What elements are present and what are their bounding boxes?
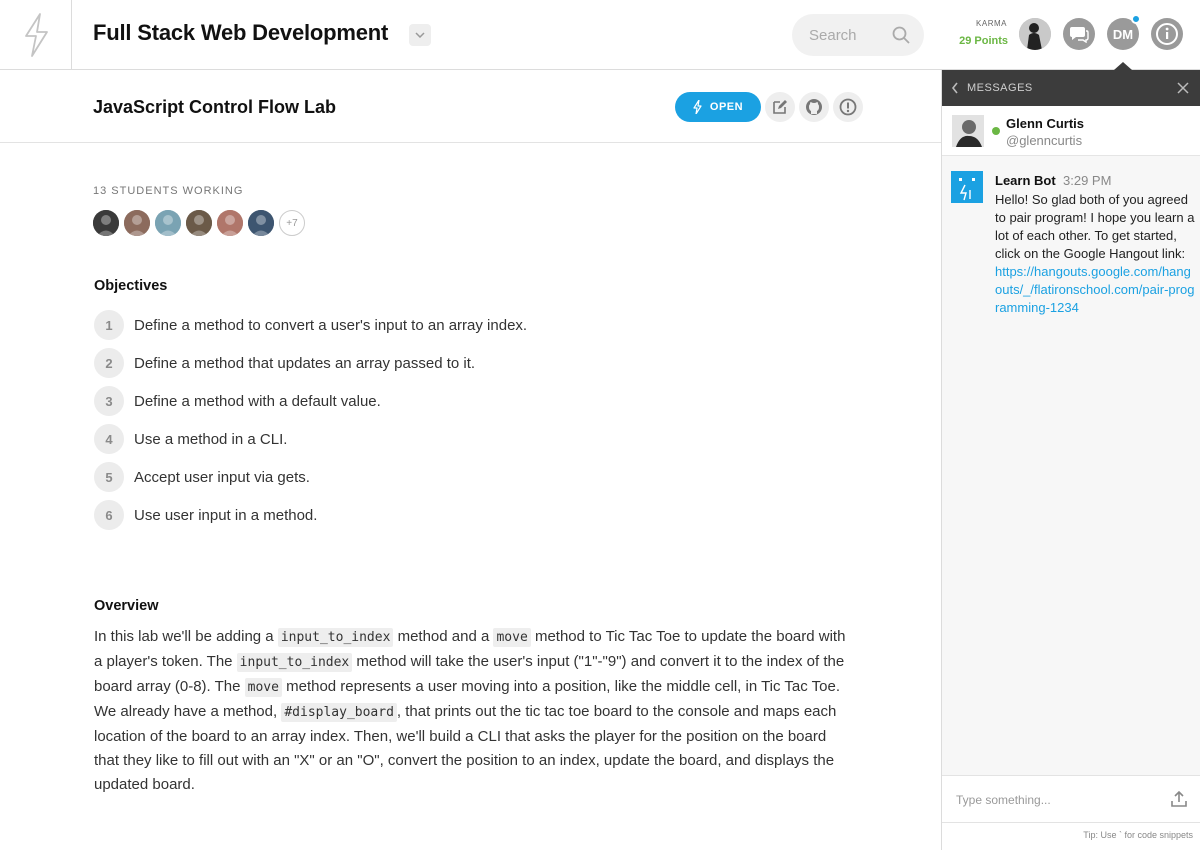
chat-icon[interactable]: [1063, 18, 1095, 50]
messages-panel-title: MESSAGES: [967, 82, 1033, 94]
code-input-to-index: input_to_index: [236, 653, 353, 672]
message-composer[interactable]: Type something...: [942, 775, 1200, 823]
karma-label: KARMA: [976, 19, 1007, 28]
objective-text: Define a method to convert a user's inpu…: [134, 316, 528, 334]
code-input-to-index: input_to_index: [277, 628, 394, 647]
search-input[interactable]: Search: [809, 27, 857, 44]
peer-avatar: [952, 115, 984, 147]
peer-name: Glenn Curtis: [1006, 116, 1085, 131]
student-avatar[interactable]: [124, 210, 150, 236]
student-avatar[interactable]: [217, 210, 243, 236]
notification-dot: [1131, 14, 1141, 24]
course-title[interactable]: Full Stack Web Development: [93, 20, 388, 46]
overview-text: In this lab we'll be adding a input_to_i…: [94, 628, 846, 793]
overview-heading: Overview: [94, 598, 159, 614]
panel-caret: [1114, 62, 1132, 70]
lab-header: JavaScript Control Flow Lab OPEN: [0, 70, 941, 143]
user-avatar[interactable]: [1019, 18, 1051, 50]
objective-text: Define a method with a default value.: [134, 392, 381, 410]
close-icon[interactable]: [1177, 81, 1189, 99]
top-bar: Full Stack Web Development Search KARMA …: [0, 0, 1200, 70]
objective-item: 4 Use a method in a CLI.: [94, 424, 287, 454]
message-author: Learn Bot: [995, 173, 1056, 188]
search-box[interactable]: Search: [792, 14, 924, 56]
github-icon[interactable]: [799, 92, 829, 122]
learn-logo-icon[interactable]: [0, 0, 72, 70]
code-display-board: #display_board: [281, 703, 397, 722]
student-avatar[interactable]: [248, 210, 274, 236]
objective-text: Accept user input via gets.: [134, 468, 310, 486]
code-move: move: [493, 628, 531, 647]
objective-item: 6 Use user input in a method.: [94, 500, 317, 530]
learn-bot-avatar-icon: [951, 171, 983, 203]
back-chevron-icon[interactable]: [951, 81, 959, 99]
objective-item: 5 Accept user input via gets.: [94, 462, 310, 492]
students-working-label: 13 STUDENTS WORKING: [93, 185, 244, 197]
chat-peer[interactable]: Glenn Curtis @glenncurtis: [942, 106, 1200, 156]
objective-item: 2 Define a method that updates an array p…: [94, 348, 475, 378]
report-issue-icon[interactable]: [833, 92, 863, 122]
course-dropdown-chevron-icon[interactable]: [409, 24, 431, 46]
online-status-dot: [992, 127, 1000, 135]
objective-number: 5: [94, 462, 124, 492]
message-input[interactable]: Type something...: [956, 793, 1051, 807]
messages-panel: MESSAGES Glenn Curtis @glenncurtis Learn…: [941, 70, 1200, 850]
open-button-label: OPEN: [709, 101, 744, 113]
message-time: 3:29 PM: [1063, 173, 1112, 188]
lab-title: JavaScript Control Flow Lab: [93, 97, 337, 117]
objective-number: 3: [94, 386, 124, 416]
objective-item: 1 Define a method to convert a user's inp…: [94, 310, 527, 340]
objective-text: Define a method that updates an array pa…: [134, 354, 476, 372]
objective-text: Use user input in a method.: [134, 506, 318, 524]
student-avatar[interactable]: [186, 210, 212, 236]
objective-number: 6: [94, 500, 124, 530]
objective-number: 4: [94, 424, 124, 454]
objective-item: 3 Define a method with a default value.: [94, 386, 381, 416]
bolt-icon: [693, 100, 702, 114]
search-icon[interactable]: [892, 26, 910, 49]
objective-number: 2: [94, 348, 124, 378]
edit-icon[interactable]: [765, 92, 795, 122]
student-avatar[interactable]: [93, 210, 119, 236]
open-button[interactable]: OPEN: [675, 92, 761, 122]
message-body: Hello! So glad both of you agreed to pai…: [995, 192, 1195, 317]
info-icon[interactable]: [1151, 18, 1183, 50]
messages-list: Learn Bot 3:29 PM Hello! So glad both of…: [942, 156, 1200, 775]
code-snippet-tip: Tip: Use ` for code snippets: [1083, 830, 1193, 840]
messages-panel-header: MESSAGES: [942, 70, 1200, 106]
objective-number: 1: [94, 310, 124, 340]
code-move: move: [244, 678, 282, 697]
more-students-button[interactable]: +7: [279, 210, 305, 236]
upload-icon[interactable]: [1170, 790, 1188, 813]
peer-handle: @glenncurtis: [1006, 133, 1083, 148]
objectives-heading: Objectives: [94, 278, 168, 294]
karma-points: 29 Points: [959, 35, 1008, 47]
objective-text: Use a method in a CLI.: [134, 430, 288, 448]
hangout-link[interactable]: https://hangouts.google.com/hangouts/_/f…: [995, 263, 1195, 317]
student-avatar[interactable]: [155, 210, 181, 236]
